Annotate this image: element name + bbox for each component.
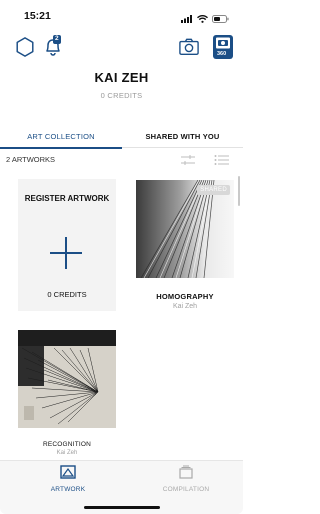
- artwork-author-recognition: Kai Zeh: [56, 450, 78, 456]
- filter-sliders-icon[interactable]: [180, 153, 196, 171]
- list-view-icon[interactable]: [214, 153, 230, 171]
- recognition-image: [18, 330, 116, 428]
- artwork-count: 2 ARTWORKS: [6, 155, 56, 164]
- register-credits: 0 CREDITS: [47, 290, 87, 299]
- settings-gear-icon[interactable]: [10, 32, 40, 62]
- notification-count-badge: 2: [55, 35, 59, 42]
- artwork-thumbnail-homography[interactable]: SHARED: [136, 180, 234, 278]
- profile-name: KAI ZEH: [94, 70, 149, 85]
- shared-badge: SHARED: [197, 185, 230, 195]
- compilation-icon: [179, 465, 193, 479]
- scrollbar[interactable]: [238, 176, 240, 206]
- home-indicator[interactable]: [84, 506, 160, 509]
- nav-compilation-label: COMPILATION: [162, 486, 210, 493]
- nav-artwork-label: ARTWORK: [50, 486, 86, 493]
- top-toolbar: 2 360: [0, 32, 243, 66]
- artwork-author-homography: Kai Zeh: [172, 303, 198, 310]
- tab-shared-with-you[interactable]: SHARED WITH YOU: [122, 125, 243, 147]
- app-screen: 15:21 2 360 KAI ZEH 0 CREDITS ART COLLEC…: [0, 0, 243, 514]
- tab-art-collection[interactable]: ART COLLECTION: [0, 125, 122, 149]
- nav-artwork[interactable]: ARTWORK: [28, 465, 108, 493]
- artwork-thumbnail-recognition[interactable]: [18, 330, 116, 428]
- battery-icon: [212, 10, 229, 28]
- artwork-title-homography[interactable]: HOMOGRAPHY: [136, 292, 234, 301]
- artwork-icon: [60, 465, 76, 479]
- register-artwork-card[interactable]: REGISTER ARTWORK 0 CREDITS: [18, 179, 116, 311]
- camera-360-label: 360: [217, 51, 227, 57]
- profile-header: KAI ZEH 0 CREDITS: [0, 66, 243, 100]
- status-bar: 15:21: [0, 0, 243, 28]
- camera-icon[interactable]: [174, 32, 204, 62]
- notifications-bell-icon[interactable]: 2: [38, 32, 68, 62]
- nav-compilation[interactable]: COMPILATION: [146, 465, 226, 493]
- plus-icon: [50, 237, 82, 269]
- wifi-icon: [197, 10, 208, 28]
- camera-360-icon[interactable]: 360: [208, 32, 238, 62]
- register-artwork-title: REGISTER ARTWORK: [24, 194, 110, 203]
- artwork-title-recognition[interactable]: RECOGNITION: [18, 441, 116, 448]
- collection-toolbar: 2 ARTWORKS: [0, 150, 243, 168]
- signal-icon: [181, 10, 193, 28]
- status-time: 15:21: [24, 10, 51, 22]
- tab-bar: ART COLLECTION SHARED WITH YOU: [0, 125, 243, 149]
- status-icons: [181, 10, 229, 28]
- profile-credits: 0 CREDITS: [100, 91, 143, 100]
